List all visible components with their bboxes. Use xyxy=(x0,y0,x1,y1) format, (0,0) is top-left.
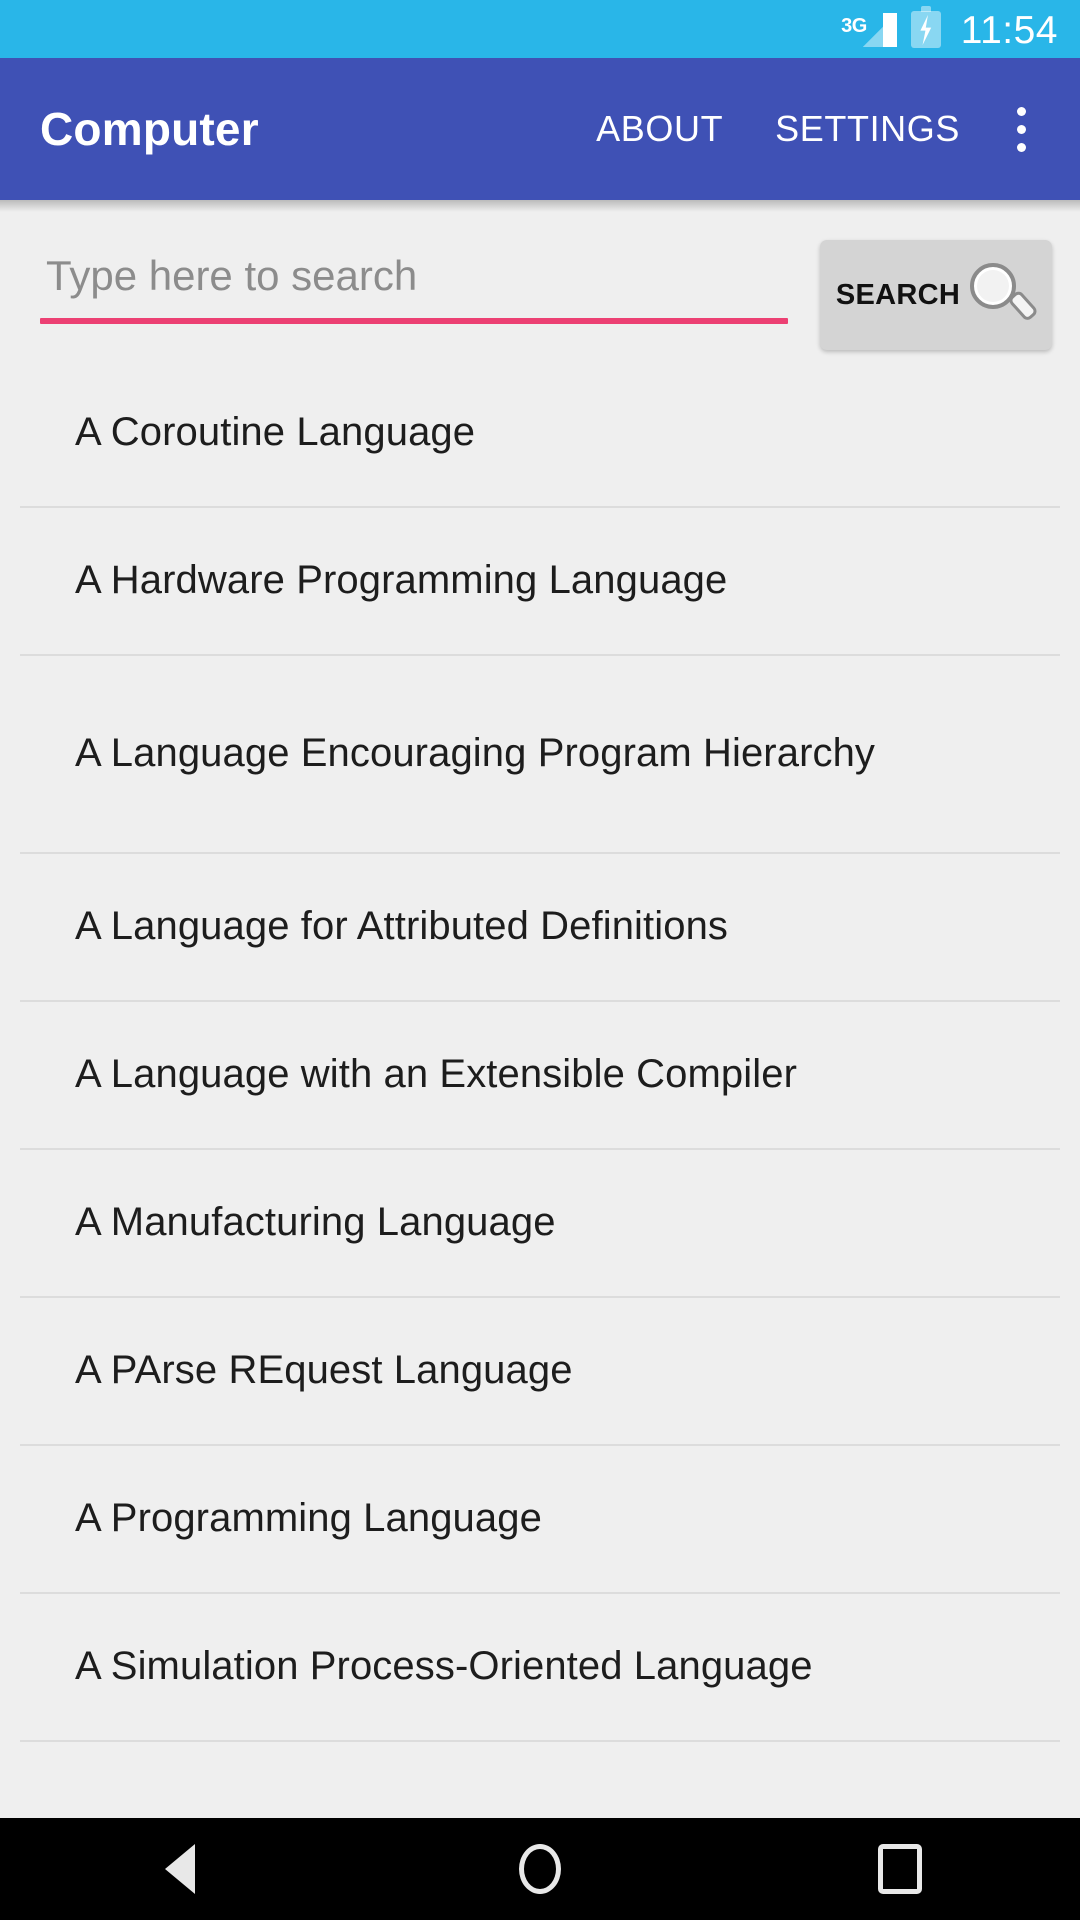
search-button[interactable]: SEARCH xyxy=(820,240,1052,350)
status-bar-clock: 11:54 xyxy=(960,9,1058,52)
content-area: SEARCH A Coroutine Language A Hardware P… xyxy=(0,200,1080,1818)
app-bar: Computer ABOUT SETTINGS xyxy=(0,58,1080,200)
app-bar-actions: ABOUT SETTINGS xyxy=(570,87,1052,171)
tab-settings[interactable]: SETTINGS xyxy=(749,90,986,168)
list-item[interactable]: A Programming Language xyxy=(20,1446,1060,1594)
battery-charging-icon xyxy=(910,6,941,48)
status-bar-icons: 3G 11:54 xyxy=(839,6,1058,52)
list-item[interactable]: A Hardware Programming Language xyxy=(20,508,1060,656)
list-item[interactable]: A Manufacturing Language xyxy=(20,1150,1060,1298)
page-title: Computer xyxy=(40,103,259,155)
tab-about[interactable]: ABOUT xyxy=(570,90,749,168)
list-item[interactable]: A Language with an Extensible Compiler xyxy=(20,1002,1060,1150)
search-underline xyxy=(40,318,788,324)
result-list: A Coroutine Language A Hardware Programm… xyxy=(0,360,1080,1742)
search-input[interactable] xyxy=(40,246,788,318)
list-item[interactable]: A Language for Attributed Definitions xyxy=(20,854,1060,1002)
overflow-menu-icon[interactable] xyxy=(990,87,1052,171)
list-item[interactable]: A Coroutine Language xyxy=(20,360,1060,508)
search-button-label: SEARCH xyxy=(835,278,961,311)
system-nav-bar xyxy=(0,1818,1080,1920)
signal-bars xyxy=(862,13,897,47)
search-field xyxy=(40,240,788,324)
nav-home-button[interactable] xyxy=(465,1818,615,1920)
search-row: SEARCH xyxy=(0,200,1080,360)
list-item[interactable]: A Simulation Process-Oriented Language xyxy=(20,1594,1060,1742)
circle-home-icon xyxy=(519,1844,561,1894)
triangle-back-icon xyxy=(165,1844,195,1894)
signal-icon: 3G xyxy=(839,10,897,52)
list-item[interactable]: A Language Encouraging Program Hierarchy xyxy=(20,656,1060,854)
square-recents-icon xyxy=(878,1844,922,1894)
nav-recents-button[interactable] xyxy=(825,1818,975,1920)
list-item[interactable]: A PArse REquest Language xyxy=(20,1298,1060,1446)
magnifier-icon xyxy=(966,260,1040,330)
nav-back-button[interactable] xyxy=(105,1818,255,1920)
status-bar: 3G 11:54 xyxy=(0,0,1080,58)
